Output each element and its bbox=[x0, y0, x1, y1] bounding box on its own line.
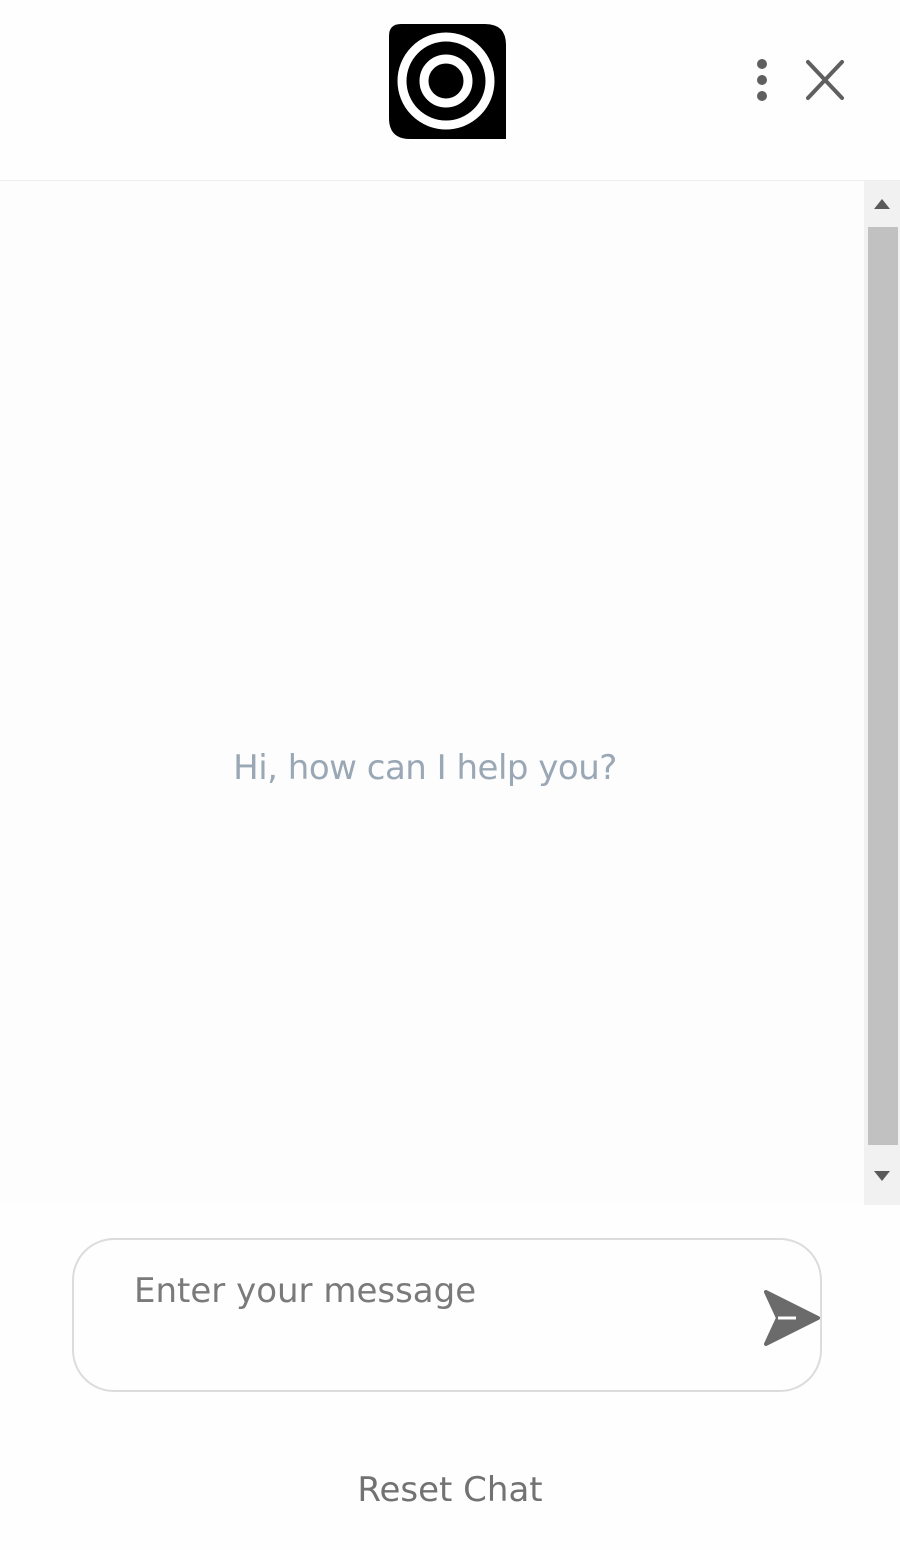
message-scrollbar[interactable] bbox=[864, 181, 900, 1205]
more-options-button[interactable] bbox=[742, 52, 782, 108]
caret-up-icon bbox=[874, 199, 890, 209]
greeting-message: Hi, how can I help you? bbox=[233, 748, 617, 788]
target-logo-icon bbox=[389, 24, 506, 139]
chat-widget: Hi, how can I help you? Reset Chat bbox=[0, 0, 900, 1550]
chat-header bbox=[0, 0, 900, 181]
scroll-up-button[interactable] bbox=[864, 181, 900, 227]
more-vertical-icon bbox=[757, 59, 767, 69]
scroll-down-button[interactable] bbox=[864, 1147, 900, 1205]
scroll-thumb[interactable] bbox=[868, 227, 898, 1145]
message-input[interactable] bbox=[134, 1268, 734, 1314]
send-icon[interactable] bbox=[762, 1288, 820, 1348]
close-icon[interactable] bbox=[802, 56, 848, 104]
message-composer bbox=[72, 1238, 822, 1392]
caret-down-icon bbox=[874, 1171, 890, 1181]
message-list: Hi, how can I help you? bbox=[0, 181, 864, 1205]
reset-chat-button[interactable]: Reset Chat bbox=[0, 1470, 900, 1510]
